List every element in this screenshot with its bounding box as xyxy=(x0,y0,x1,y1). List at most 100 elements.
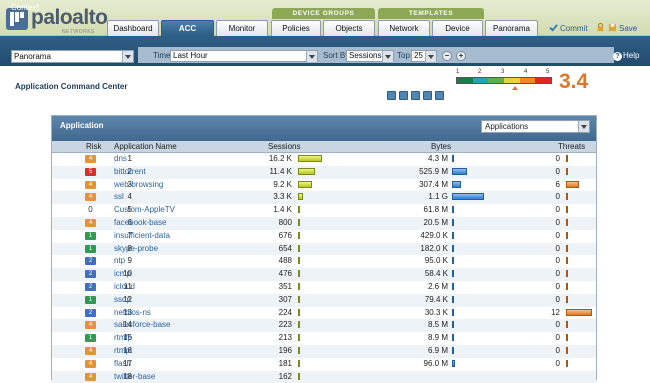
threats-bar xyxy=(566,193,568,201)
col-bytes[interactable]: Bytes xyxy=(431,142,451,151)
risk-color-segment xyxy=(519,78,536,83)
top-select[interactable]: 25 xyxy=(411,50,437,62)
table-row[interactable]: 18 4 twitter-base 162 xyxy=(52,370,596,383)
risk-badge: 4 xyxy=(85,193,96,202)
threats-bar xyxy=(566,244,568,252)
application-link[interactable]: facebook-base xyxy=(114,218,166,227)
col-threats[interactable]: Threats xyxy=(558,142,585,151)
table-header: Risk Application Name Sessions Bytes Thr… xyxy=(52,141,596,153)
context-select[interactable]: Panorama xyxy=(11,50,134,63)
application-link[interactable]: insufficient-data xyxy=(114,231,170,240)
settings-icon[interactable] xyxy=(435,91,444,100)
table-row[interactable]: 14 4 salesforce-base 223 8.5 M0 xyxy=(52,319,596,333)
table-row[interactable]: 3 4 web-browsing 9.2 K 307.4 M6 xyxy=(52,179,596,192)
brand-name: paloalto xyxy=(31,6,108,29)
table-row[interactable]: 2 5 bittorrent 11.4 K 525.9 M0 xyxy=(52,165,596,179)
application-link[interactable]: rtmpt xyxy=(114,346,132,355)
threats-value: 0 xyxy=(555,282,560,291)
table-row[interactable]: 9 2 ntp 488 95.0 K 0 xyxy=(52,255,596,268)
application-link[interactable]: ssl xyxy=(114,192,124,201)
table-row[interactable]: 17 4 flash 181 96.0 M0 xyxy=(52,358,596,371)
sessions-value: 223 xyxy=(278,320,292,330)
bytes-bar xyxy=(452,193,484,201)
table-row[interactable]: 13 2 netbios-ns 224 30.3 K 12 xyxy=(52,307,596,320)
save-label: Save xyxy=(619,24,638,33)
bytes-bar xyxy=(452,308,454,316)
application-link[interactable]: ssdp xyxy=(114,295,131,304)
table-row[interactable]: 6 4 facebook-base 800 20.5 M0 xyxy=(52,217,596,230)
table-row[interactable]: 12 1 ssdp 307 79.4 K0 xyxy=(52,293,596,307)
export-csv-icon[interactable] xyxy=(399,91,408,100)
remove-filter-icon[interactable]: − xyxy=(442,51,452,61)
sessions-value: 654 xyxy=(278,243,292,253)
bytes-value: 20.5 M xyxy=(423,218,448,227)
application-link[interactable]: dns xyxy=(114,154,127,163)
application-link[interactable]: skype-probe xyxy=(114,244,158,253)
refresh-icon[interactable] xyxy=(411,91,420,100)
help-button[interactable]: ? Help xyxy=(613,51,639,61)
bytes-bar xyxy=(452,206,454,214)
tab-acc[interactable]: ACC xyxy=(161,20,214,36)
threats-value: 0 xyxy=(555,192,560,202)
threats-bar xyxy=(566,155,568,162)
print-icon[interactable] xyxy=(423,91,432,100)
panel-header: Application Applications xyxy=(52,116,596,141)
view-select[interactable]: Applications xyxy=(481,120,590,133)
application-link[interactable]: twitter-base xyxy=(114,372,155,381)
export-pdf-icon[interactable] xyxy=(387,91,396,100)
threats-bar xyxy=(566,347,568,354)
application-link[interactable]: icloud xyxy=(114,282,135,291)
application-link[interactable]: rtmfp xyxy=(114,333,132,342)
table-row[interactable]: 16 4 rtmpt 196 6.9 M0 xyxy=(52,345,596,358)
table-row[interactable]: 7 1 insufficient-data 676 429.0 K0 xyxy=(52,230,596,243)
chevron-down-icon[interactable] xyxy=(425,51,436,62)
bytes-bar xyxy=(452,231,454,239)
sessions-value: 488 xyxy=(278,256,292,266)
application-link[interactable]: bittorrent xyxy=(114,167,146,176)
top-value: 25 xyxy=(414,51,423,60)
tab-monitor[interactable]: Monitor xyxy=(216,20,268,36)
col-application-name[interactable]: Application Name xyxy=(114,142,177,151)
sessions-value: 213 xyxy=(278,333,292,343)
application-panel: Application Applications Risk Applicatio… xyxy=(51,115,597,383)
save-button[interactable]: Save xyxy=(608,23,637,33)
time-value: Last Hour xyxy=(173,51,208,60)
table-row[interactable]: 11 2 icloud 351 2.6 M0 xyxy=(52,281,596,294)
tab-network[interactable]: Network xyxy=(378,20,430,36)
application-link[interactable]: Custom-AppleTV xyxy=(114,205,175,214)
chevron-down-icon[interactable] xyxy=(578,121,589,132)
add-filter-icon[interactable]: + xyxy=(456,51,466,61)
sort-select[interactable]: Sessions xyxy=(346,50,394,62)
table-row[interactable]: 4 4 ssl 3.3 K 1.1 G0 xyxy=(52,191,596,205)
commit-button[interactable]: Commit xyxy=(549,23,607,33)
application-link[interactable]: icmp xyxy=(114,269,131,278)
risk-scale-3: 3 xyxy=(501,69,505,75)
tab-dashboard[interactable]: Dashboard xyxy=(107,20,159,36)
table-row[interactable]: 10 2 icmp 476 58.4 K0 xyxy=(52,268,596,281)
col-risk[interactable]: Risk xyxy=(86,142,102,151)
application-link[interactable]: web-browsing xyxy=(114,180,163,189)
table-row[interactable]: 8 1 skype-probe 654 182.0 K0 xyxy=(52,242,596,256)
risk-color-segment xyxy=(457,78,473,83)
table-row[interactable]: 5 0 Custom-AppleTV 1.4 K 61.8 M0 xyxy=(52,204,596,217)
application-link[interactable]: salesforce-base xyxy=(114,320,170,329)
risk-color-segment xyxy=(535,78,552,83)
sessions-bar xyxy=(298,167,315,175)
time-select[interactable]: Last Hour xyxy=(170,50,318,62)
tab-objects[interactable]: Objects xyxy=(323,20,375,36)
chevron-down-icon[interactable] xyxy=(306,51,317,62)
chevron-down-icon[interactable] xyxy=(122,51,133,62)
bytes-bar xyxy=(452,321,454,329)
application-link[interactable]: ntp xyxy=(114,256,125,265)
bytes-value: 8.9 M xyxy=(427,333,448,343)
col-sessions[interactable]: Sessions xyxy=(268,142,300,151)
table-row[interactable]: 15 1 rtmfp 213 8.9 M0 xyxy=(52,332,596,345)
application-link[interactable]: netbios-ns xyxy=(114,308,151,317)
chevron-down-icon[interactable] xyxy=(382,51,393,62)
table-row[interactable]: 1 4 dns 16.2 K 4.3 M 0 xyxy=(52,153,596,166)
tab-panorama[interactable]: Panorama xyxy=(485,20,538,36)
application-link[interactable]: flash xyxy=(114,359,131,368)
bytes-bar xyxy=(452,180,461,188)
tab-device[interactable]: Device xyxy=(432,20,483,36)
tab-policies[interactable]: Policies xyxy=(271,20,321,36)
